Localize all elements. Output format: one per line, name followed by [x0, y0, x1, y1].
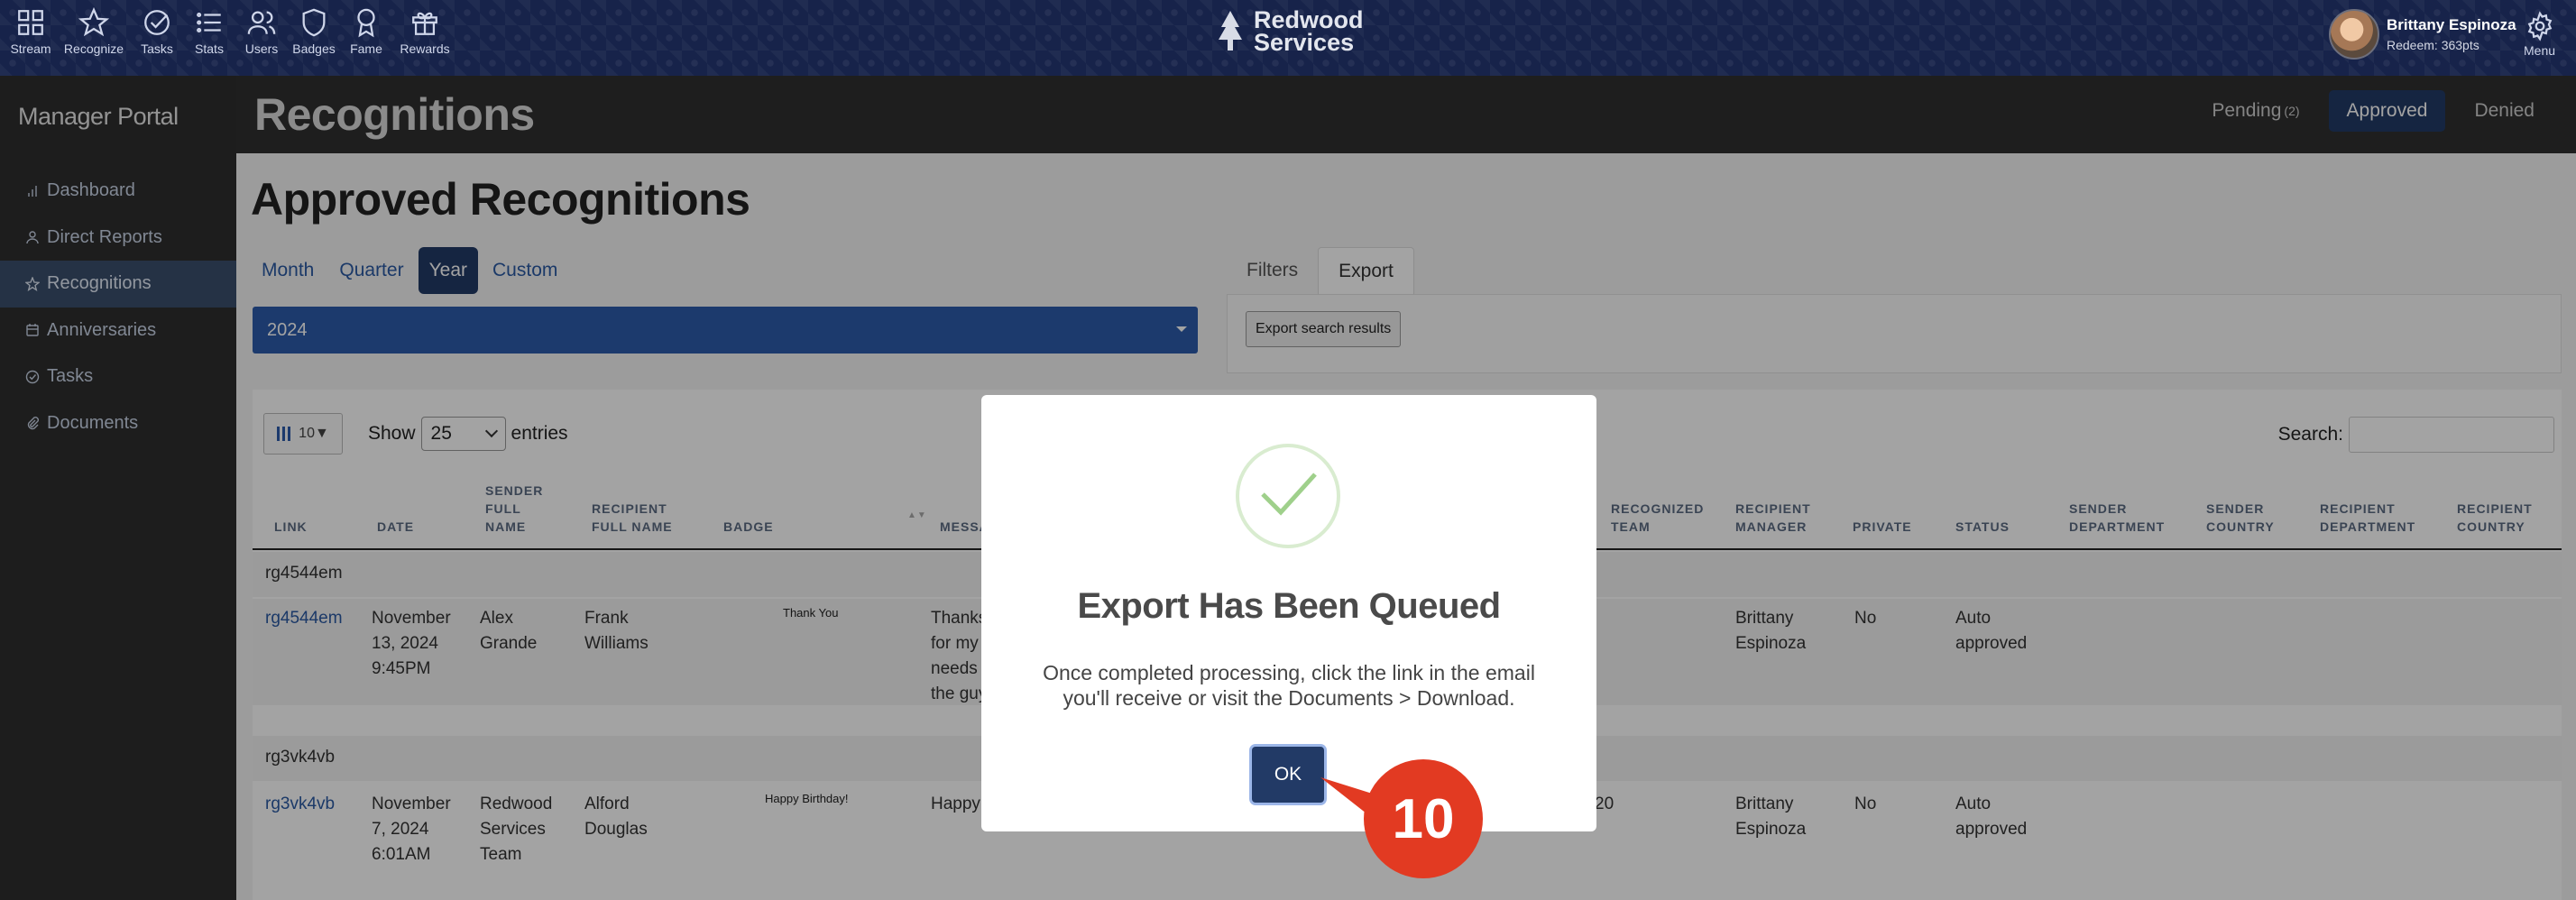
nav-label: Stream — [10, 41, 51, 56]
brand-logo[interactable]: Redwood Services — [1216, 8, 1364, 56]
gift-icon — [412, 12, 437, 35]
nav-label: Recognize — [63, 41, 124, 56]
gear-icon — [2527, 11, 2552, 41]
list-icon — [197, 12, 221, 33]
nav-users[interactable]: Users — [238, 7, 285, 56]
user-profile[interactable]: Brittany Espinoza Redeem: 363pts — [2329, 9, 2516, 60]
brand-name-line2: Services — [1254, 29, 1355, 56]
ok-button[interactable]: OK — [1252, 747, 1324, 803]
export-queued-dialog: Export Has Been Queued Once completed pr… — [981, 395, 1596, 831]
menu-button[interactable]: Menu — [2524, 11, 2555, 58]
user-name: Brittany Espinoza — [2387, 16, 2516, 33]
success-check-icon — [1236, 444, 1340, 548]
top-nav: Stream Recognize Tasks Stats Users Badge… — [7, 7, 455, 56]
avatar — [2329, 9, 2379, 60]
check-circle-icon — [144, 10, 170, 35]
nav-label: Users — [244, 41, 279, 56]
top-navigation-bar: Stream Recognize Tasks Stats Users Badge… — [0, 0, 2576, 76]
nav-tasks[interactable]: Tasks — [133, 7, 180, 56]
shield-icon — [302, 8, 326, 37]
nav-label: Stats — [195, 41, 224, 56]
nav-recognize[interactable]: Recognize — [60, 7, 128, 56]
nav-badges[interactable]: Badges — [290, 7, 337, 56]
nav-stream[interactable]: Stream — [7, 7, 54, 56]
step-number-badge: 10 — [1364, 759, 1483, 878]
nav-rewards[interactable]: Rewards — [395, 7, 455, 56]
star-icon — [78, 7, 109, 37]
nav-label: Fame — [350, 41, 382, 56]
nav-label: Tasks — [141, 41, 173, 56]
ribbon-icon — [357, 8, 375, 38]
users-icon — [247, 11, 276, 34]
menu-label: Menu — [2524, 43, 2556, 58]
nav-fame[interactable]: Fame — [343, 7, 390, 56]
dialog-message: Once completed processing, click the lin… — [1043, 661, 1535, 710]
grid-icon — [18, 10, 43, 35]
nav-stats[interactable]: Stats — [186, 7, 233, 56]
dialog-title: Export Has Been Queued — [1077, 586, 1501, 626]
nav-label: Badges — [292, 41, 336, 56]
user-points: Redeem: 363pts — [2387, 38, 2479, 52]
tree-icon — [1219, 11, 1242, 51]
nav-label: Rewards — [400, 41, 450, 56]
